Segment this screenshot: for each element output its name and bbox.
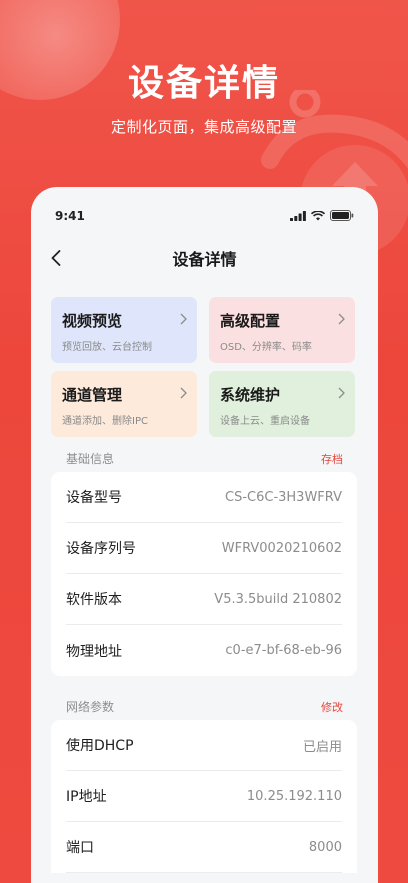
signal-icon	[290, 210, 306, 221]
chevron-left-icon	[51, 250, 61, 266]
card-title: 系统维护	[220, 386, 281, 404]
card-subtitle: OSD、分辨率、码率	[220, 342, 312, 353]
network-header: 网络参数 修改	[66, 698, 343, 715]
wifi-icon	[311, 210, 325, 220]
row-value: 8000	[308, 839, 342, 855]
row-label: 端口	[66, 840, 94, 856]
card-subtitle: 预览回放、云台控制	[62, 342, 152, 353]
info-row: 设备型号 CS-C6C-3H3WFRV	[66, 472, 342, 523]
back-button[interactable]	[45, 247, 67, 269]
info-row: 物理地址 c0-e7-bf-68-eb-96	[66, 625, 342, 676]
status-time: 9:41	[55, 209, 85, 223]
card-subtitle: 通道添加、删除IPC	[62, 416, 148, 427]
nav-bar: 设备详情	[31, 241, 378, 275]
phone-screen: 9:41 设备详情 视频预览 预览回放、云台控制 高级配置 OSD、分辨率、码率…	[31, 187, 378, 883]
card-system-maintenance[interactable]: 系统维护 设备上云、重启设备	[209, 371, 355, 437]
card-title: 高级配置	[220, 312, 281, 330]
info-row: 使用DHCP 已启用	[66, 720, 342, 771]
card-video-preview[interactable]: 视频预览 预览回放、云台控制	[51, 297, 197, 363]
chevron-right-icon	[338, 387, 345, 399]
chevron-right-icon	[338, 313, 345, 325]
row-label: 设备序列号	[66, 541, 136, 557]
chevron-right-icon	[180, 313, 187, 325]
hero-subtitle: 定制化页面，集成高级配置	[110, 118, 297, 136]
feature-cards: 视频预览 预览回放、云台控制 高级配置 OSD、分辨率、码率 通道管理 通道添加…	[51, 297, 357, 437]
row-label: 使用DHCP	[66, 738, 134, 754]
row-label: 物理地址	[66, 643, 122, 660]
row-value: CS-C6C-3H3WFRV	[225, 489, 342, 505]
row-label: 软件版本	[66, 592, 122, 608]
archive-button[interactable]: 存档	[321, 451, 343, 467]
basic-info-header: 基础信息 存档	[66, 450, 343, 467]
basic-info-panel: 设备型号 CS-C6C-3H3WFRV 设备序列号 WFRV0020210602…	[51, 472, 357, 676]
info-row: IP地址 10.25.192.110	[66, 771, 342, 822]
row-value: c0-e7-bf-68-eb-96	[225, 643, 342, 658]
row-value: 10.25.192.110	[246, 788, 342, 804]
row-label: IP地址	[66, 789, 107, 805]
card-title: 通道管理	[62, 386, 123, 404]
row-value: 已启用	[302, 739, 342, 755]
status-icons	[290, 210, 354, 221]
row-value: V5.3.5build 210802	[214, 591, 342, 607]
status-bar: 9:41	[31, 187, 378, 241]
network-panel: 使用DHCP 已启用 IP地址 10.25.192.110 端口 8000	[51, 720, 357, 873]
section-label: 基础信息	[66, 452, 115, 466]
row-label: 设备型号	[66, 490, 122, 506]
card-subtitle: 设备上云、重启设备	[220, 416, 310, 427]
row-value: WFRV0020210602	[221, 540, 342, 556]
card-advanced-config[interactable]: 高级配置 OSD、分辨率、码率	[209, 297, 355, 363]
info-row: 软件版本 V5.3.5build 210802	[66, 574, 342, 625]
chevron-right-icon	[180, 387, 187, 399]
edit-button[interactable]: 修改	[321, 699, 343, 715]
hero-title: 设备详情	[127, 63, 280, 104]
card-title: 视频预览	[62, 312, 123, 330]
section-label: 网络参数	[66, 700, 115, 714]
page-title: 设备详情	[172, 250, 237, 269]
battery-icon	[330, 210, 354, 221]
info-row: 设备序列号 WFRV0020210602	[66, 523, 342, 574]
info-row: 端口 8000	[66, 822, 342, 873]
card-channel-management[interactable]: 通道管理 通道添加、删除IPC	[51, 371, 197, 437]
